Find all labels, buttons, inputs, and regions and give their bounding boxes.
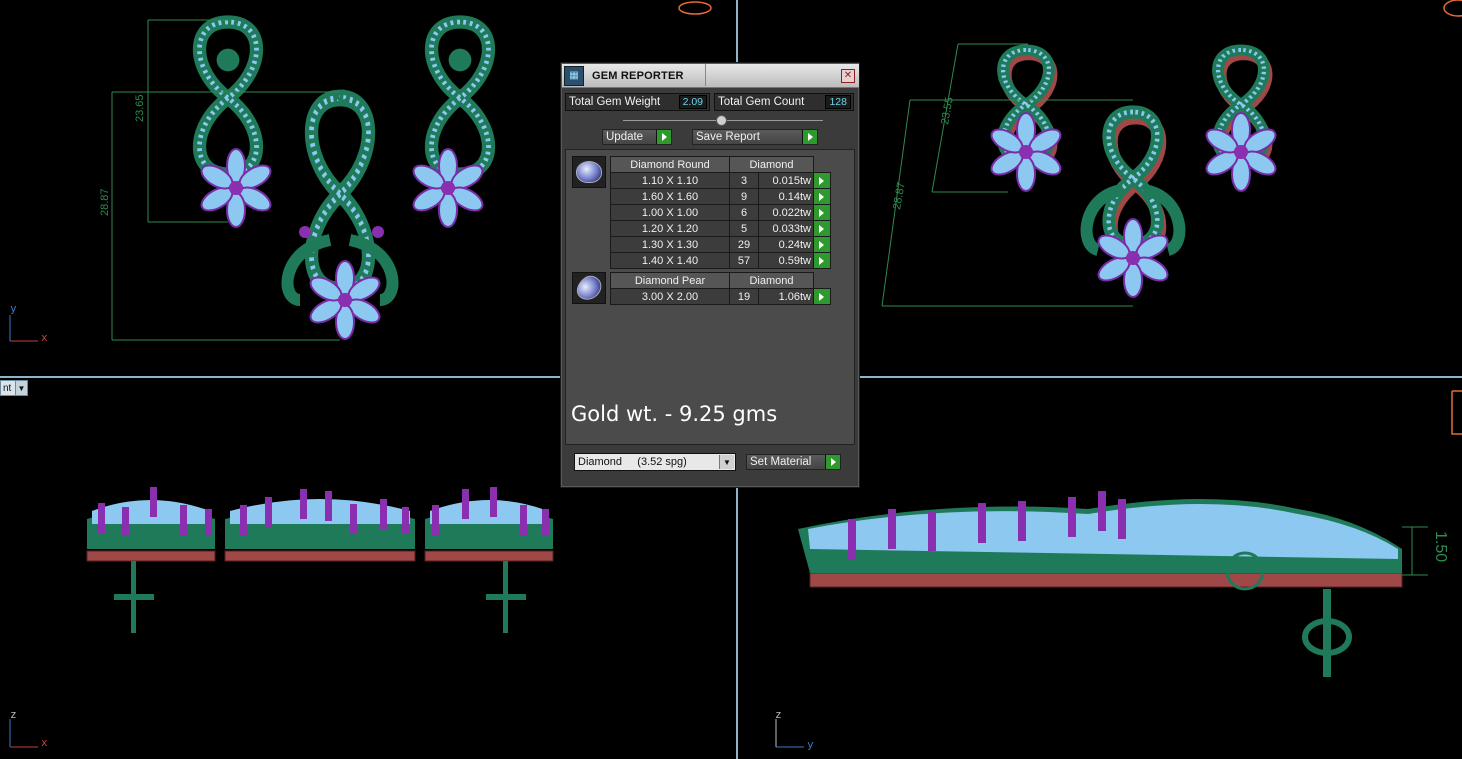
view-menu-dropdown[interactable]: nt ▼ [0, 380, 28, 396]
gem-shape [576, 161, 602, 183]
panel-titlebar[interactable]: ▦ GEM REPORTER ✕ [562, 64, 859, 88]
gem-qty: 6 [729, 204, 759, 221]
gem-size: 1.10 X 1.10 [610, 172, 730, 189]
titlebar-separator [705, 64, 706, 86]
play-arrow-icon [814, 238, 829, 252]
slider-knob[interactable] [716, 115, 727, 126]
axis-x-label-side: x [41, 736, 48, 749]
gem-weight: 1.06tw [758, 288, 814, 305]
gem-shape [572, 271, 606, 305]
axis-y-label: y [10, 302, 17, 315]
select-row-button[interactable] [813, 204, 831, 221]
gold-weight-note: Gold wt. - 9.25 gms [571, 402, 778, 426]
play-arrow-icon [814, 254, 829, 268]
play-arrow-icon [656, 130, 671, 144]
gem-qty: 3 [729, 172, 759, 189]
close-icon[interactable]: ✕ [841, 68, 855, 83]
round-gem-icon[interactable] [572, 156, 606, 188]
total-gem-count-box: Total Gem Count 128 [714, 93, 854, 111]
play-arrow-icon [814, 206, 829, 220]
gem-table-pear: Diamond Pear Diamond 3.00 X 2.00 19 1.06… [610, 272, 831, 305]
pear-gem-icon[interactable] [572, 271, 606, 305]
axis-x-label: x [41, 331, 48, 344]
play-arrow-icon [814, 174, 829, 188]
play-arrow-icon [802, 130, 817, 144]
total-gem-count-label: Total Gem Count [718, 96, 805, 108]
gem-weight: 0.022tw [758, 204, 814, 221]
total-gem-weight-label: Total Gem Weight [569, 96, 661, 108]
set-material-button[interactable]: Set Material [746, 454, 841, 470]
panel-title: GEM REPORTER [592, 69, 684, 82]
gem-size: 1.20 X 1.20 [610, 220, 730, 237]
material-header: Diamond [729, 156, 814, 173]
total-gem-count-value: 128 [825, 95, 851, 109]
total-gem-weight-value: 2.09 [678, 95, 707, 109]
select-row-button[interactable] [813, 236, 831, 253]
view-menu-label: nt [3, 382, 12, 394]
gem-qty: 19 [729, 288, 759, 305]
gem-table-round: Diamond Round Diamond 1.10 X 1.10 3 0.01… [610, 156, 831, 269]
dim-label-2: 28.87 [99, 188, 111, 216]
chevron-down-icon: ▼ [719, 455, 734, 469]
save-report-label: Save Report [696, 131, 760, 143]
table-row: 1.00 X 1.00 6 0.022tw [610, 204, 831, 221]
gem-weight: 0.14tw [758, 188, 814, 205]
update-label: Update [606, 131, 644, 143]
gem-weight: 0.59tw [758, 252, 814, 269]
shape-header: Diamond Pear [610, 272, 730, 289]
gem-reporter-panel: ▦ GEM REPORTER ✕ Total Gem Weight 2.09 T… [560, 62, 860, 488]
axis-y-label-2: y [807, 738, 814, 751]
axis-z-label-2: z [775, 708, 782, 721]
table-row: 1.20 X 1.20 5 0.033tw [610, 220, 831, 237]
gem-size: 1.00 X 1.00 [610, 204, 730, 221]
save-report-button[interactable]: Save Report [692, 129, 818, 145]
summary-bar: Total Gem Weight 2.09 Total Gem Count 12… [565, 93, 856, 111]
select-row-button[interactable] [813, 252, 831, 269]
empty-cell [814, 157, 831, 173]
material-select-value: Diamond (3.52 spg) [578, 456, 687, 468]
gem-size: 3.00 X 2.00 [610, 288, 730, 305]
material-select[interactable]: Diamond (3.52 spg) ▼ [574, 453, 736, 471]
panel-slider[interactable] [623, 115, 823, 126]
cad-workspace: 23.65 28.87 y x 23.55 28.87 z x 1.50 z y… [0, 0, 1462, 759]
gem-weight: 0.033tw [758, 220, 814, 237]
axis-z-label: z [10, 708, 17, 721]
table-row: 1.10 X 1.10 3 0.015tw [610, 172, 831, 189]
material-header: Diamond [729, 272, 814, 289]
dim-label-1: 23.65 [134, 94, 146, 122]
dim-label-4: 28.87 [891, 181, 908, 210]
gem-reporter-icon: ▦ [564, 65, 584, 86]
gem-list: Diamond Round Diamond 1.10 X 1.10 3 0.01… [565, 149, 855, 445]
gem-size: 1.40 X 1.40 [610, 252, 730, 269]
select-row-button[interactable] [813, 172, 831, 189]
table-row: 1.30 X 1.30 29 0.24tw [610, 236, 831, 253]
total-gem-weight-box: Total Gem Weight 2.09 [565, 93, 710, 111]
shape-header: Diamond Round [610, 156, 730, 173]
empty-cell [814, 273, 831, 289]
play-arrow-icon [814, 290, 829, 304]
gem-weight: 0.24tw [758, 236, 814, 253]
play-arrow-icon [814, 222, 829, 236]
select-row-button[interactable] [813, 188, 831, 205]
update-button[interactable]: Update [602, 129, 672, 145]
gem-qty: 57 [729, 252, 759, 269]
gem-qty: 29 [729, 236, 759, 253]
gem-qty: 9 [729, 188, 759, 205]
dim-label-3: 23.55 [939, 96, 956, 125]
dim-label-5: 1.50 [1432, 531, 1449, 562]
table-row: 3.00 X 2.00 19 1.06tw [610, 288, 831, 305]
table-row: 1.40 X 1.40 57 0.59tw [610, 252, 831, 269]
gem-size: 1.60 X 1.60 [610, 188, 730, 205]
gem-weight: 0.015tw [758, 172, 814, 189]
select-row-button[interactable] [813, 288, 831, 305]
play-arrow-icon [814, 190, 829, 204]
chevron-down-icon: ▼ [15, 381, 27, 395]
gem-qty: 5 [729, 220, 759, 237]
play-arrow-icon [825, 455, 840, 469]
table-row: 1.60 X 1.60 9 0.14tw [610, 188, 831, 205]
set-material-label: Set Material [750, 456, 812, 468]
gem-size: 1.30 X 1.30 [610, 236, 730, 253]
select-row-button[interactable] [813, 220, 831, 237]
